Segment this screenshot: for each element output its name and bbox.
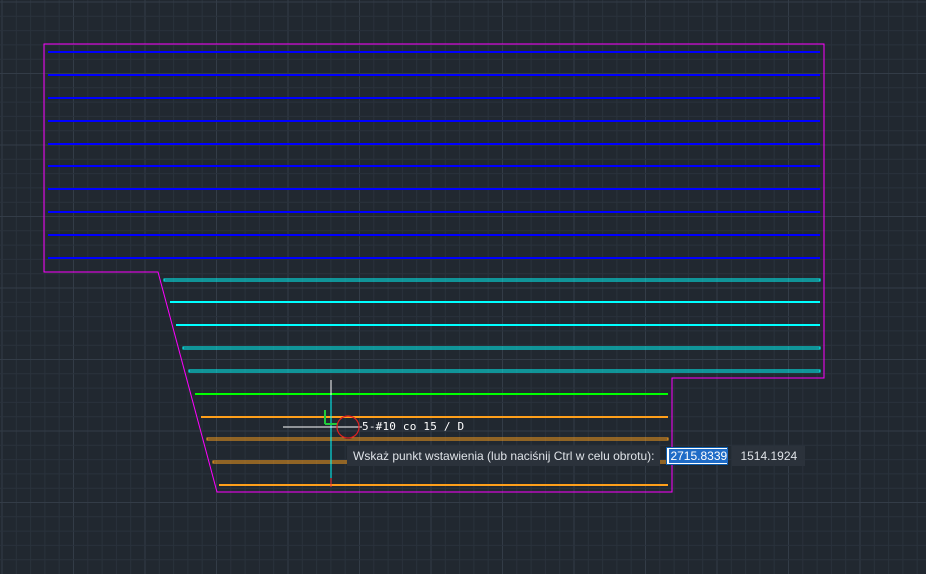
cyan-rebar[interactable] [182, 346, 821, 350]
y-coordinate-input[interactable]: 1514.1924 [732, 446, 806, 466]
x-coordinate-input[interactable]: 2715.8339 [666, 447, 729, 465]
drawing-canvas[interactable] [0, 0, 926, 574]
cyan-rebar[interactable] [163, 278, 821, 282]
cyan-rebar-group[interactable] [163, 278, 821, 373]
insert-point-prompt: Wskaż punkt wstawienia (lub naciśnij Ctr… [347, 446, 661, 466]
x-coordinate-value[interactable]: 2715.8339 [669, 449, 729, 463]
dynamic-input-tooltip: Wskaż punkt wstawienia (lub naciśnij Ctr… [347, 446, 806, 466]
background-grid [0, 0, 926, 574]
rebar-preview-label: 5-#10 co 15 / D [362, 420, 465, 433]
cyan-rebar[interactable] [188, 369, 821, 373]
blue-rebar-group[interactable] [48, 51, 820, 259]
crosshair-cursor [283, 380, 362, 487]
orange-rebar[interactable] [206, 437, 669, 441]
